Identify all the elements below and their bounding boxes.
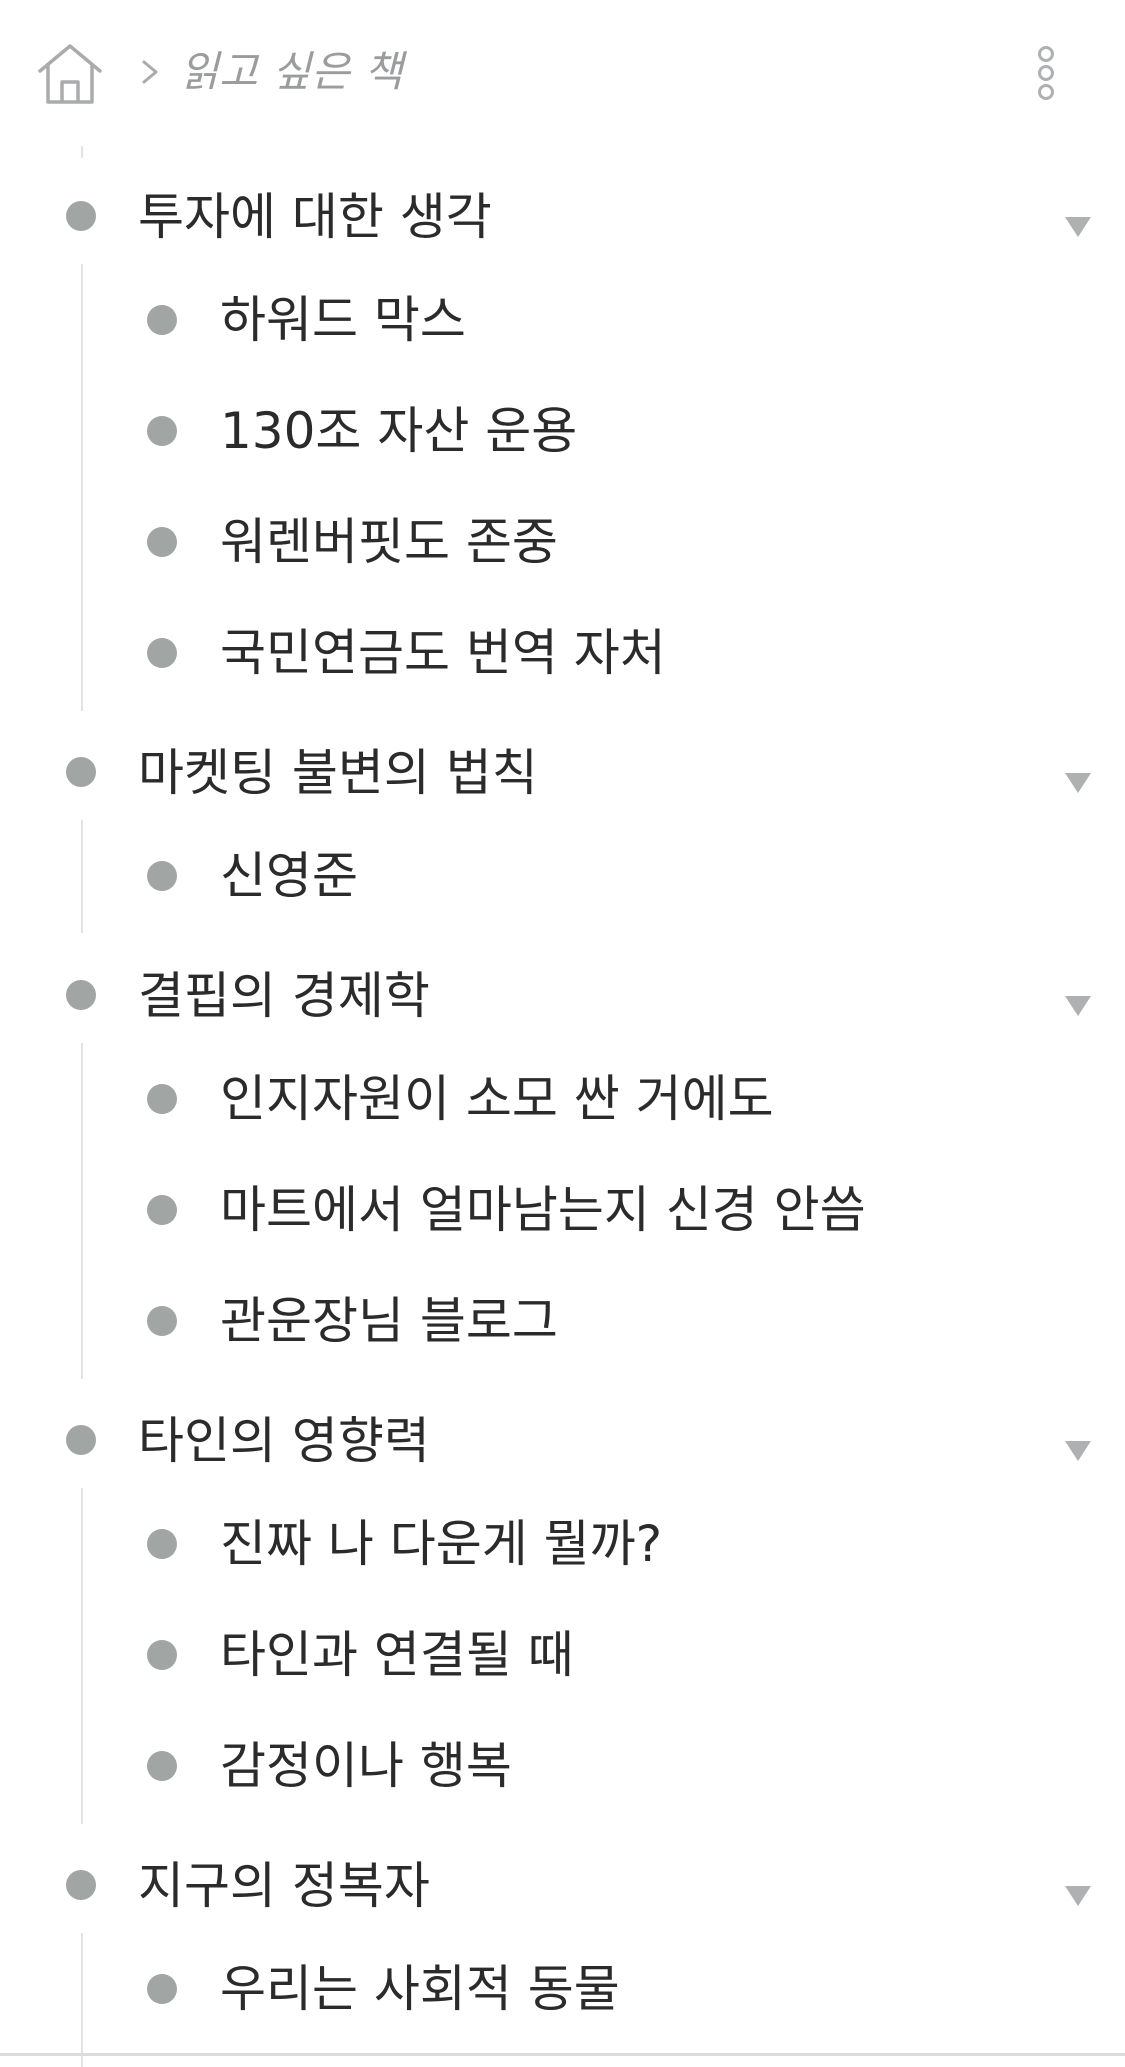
outline-child-label[interactable]: 신영준 xyxy=(220,846,358,906)
outline-child-item[interactable]: 진짜 나 다운게 뭘까? xyxy=(0,1488,1125,1598)
bullet-icon[interactable] xyxy=(147,1306,177,1336)
bullet-icon[interactable] xyxy=(147,1640,177,1670)
bullet-icon[interactable] xyxy=(147,1195,177,1225)
bullet-icon[interactable] xyxy=(66,1425,96,1455)
outline-child-label[interactable]: 워렌버핏도 존중 xyxy=(220,512,558,572)
outline-child-item[interactable]: 워렌버핏도 존중 xyxy=(0,486,1125,596)
collapse-triangle-icon[interactable] xyxy=(1062,992,1094,1018)
outline-child-label[interactable]: 국민연금도 번역 자처 xyxy=(220,623,666,683)
collapse-triangle-icon[interactable] xyxy=(1062,213,1094,239)
outline-child-item[interactable]: 국민연금도 번역 자처 xyxy=(0,597,1125,707)
screen: 읽고 싶은 책 투자에 대한 생각 하워드 막스 130조 자산 운용 워렌버핏… xyxy=(0,0,1125,2067)
collapse-triangle-icon[interactable] xyxy=(1062,1437,1094,1463)
outline-child-item[interactable]: 감정이나 행복 xyxy=(0,1710,1125,1820)
header: 읽고 싶은 책 xyxy=(0,0,1125,150)
bullet-icon[interactable] xyxy=(147,527,177,557)
outline-child-label[interactable]: 우리는 사회적 동물 xyxy=(220,1959,620,2019)
outline-child-label[interactable]: 인지자원이 소모 싼 거에도 xyxy=(220,1069,774,1129)
bullet-icon[interactable] xyxy=(147,305,177,335)
outline-parent-item[interactable]: 타인의 영향력 xyxy=(0,1401,1125,1481)
home-icon[interactable] xyxy=(34,38,106,110)
outline-child-item[interactable]: 하워드 막스 xyxy=(0,264,1125,374)
bullet-icon[interactable] xyxy=(66,980,96,1010)
bullet-icon[interactable] xyxy=(147,1974,177,2004)
bullet-icon[interactable] xyxy=(66,201,96,231)
outline-parent-label[interactable]: 마켓팅 불변의 법칙 xyxy=(138,743,538,803)
bullet-icon[interactable] xyxy=(147,1084,177,1114)
collapse-triangle-icon[interactable] xyxy=(1062,1882,1094,1908)
outline-parent-item[interactable]: 결핍의 경제학 xyxy=(0,956,1125,1036)
bullet-icon[interactable] xyxy=(147,1751,177,1781)
outline-child-label[interactable]: 타인과 연결될 때 xyxy=(220,1625,574,1685)
outline-child-item[interactable]: 130조 자산 운용 xyxy=(0,375,1125,485)
outline-parent-item[interactable]: 마켓팅 불변의 법칙 xyxy=(0,733,1125,813)
bullet-icon[interactable] xyxy=(147,638,177,668)
outline-child-label[interactable]: 하워드 막스 xyxy=(220,290,466,350)
outline-child-item[interactable]: 마트에서 얼마남는지 신경 안씀 xyxy=(0,1154,1125,1264)
breadcrumb-title[interactable]: 읽고 싶은 책 xyxy=(180,44,403,100)
outline-child-label[interactable]: 진짜 나 다운게 뭘까? xyxy=(220,1514,662,1574)
collapse-triangle-icon[interactable] xyxy=(1062,769,1094,795)
outline-parent-item[interactable]: 투자에 대한 생각 xyxy=(0,177,1125,257)
outline-child-label[interactable]: 130조 자산 운용 xyxy=(220,401,577,461)
bullet-icon[interactable] xyxy=(147,861,177,891)
outline-parent-label[interactable]: 투자에 대한 생각 xyxy=(138,187,492,247)
outline-child-item[interactable]: 타인과 연결될 때 xyxy=(0,1599,1125,1709)
outline-parent-label[interactable]: 타인의 영향력 xyxy=(138,1411,430,1471)
outline-parent-label[interactable]: 지구의 정복자 xyxy=(138,1856,430,1916)
outline-child-label[interactable]: 감정이나 행복 xyxy=(220,1736,512,1796)
outline-child-item[interactable]: 우리는 사회적 동물 xyxy=(0,1933,1125,2043)
outline-child-item[interactable]: 관운장님 블로그 xyxy=(0,1265,1125,1375)
outline-child-item[interactable]: 인지자원이 소모 싼 거에도 xyxy=(0,1043,1125,1153)
bullet-icon[interactable] xyxy=(147,416,177,446)
bottom-divider xyxy=(0,2053,1125,2056)
bullet-icon[interactable] xyxy=(66,1870,96,1900)
outline-child-label[interactable]: 마트에서 얼마남는지 신경 안씀 xyxy=(220,1180,866,1240)
bullet-icon[interactable] xyxy=(66,757,96,787)
outline-parent-label[interactable]: 결핍의 경제학 xyxy=(138,966,430,1026)
more-vertical-icon[interactable] xyxy=(1030,44,1060,104)
guide-line-stub xyxy=(81,146,83,158)
outline-child-item[interactable]: 신영준 xyxy=(0,820,1125,930)
outline-child-label[interactable]: 관운장님 블로그 xyxy=(220,1291,558,1351)
outline-parent-item[interactable]: 지구의 정복자 xyxy=(0,1846,1125,1926)
chevron-right-icon xyxy=(138,50,164,94)
bullet-icon[interactable] xyxy=(147,1529,177,1559)
